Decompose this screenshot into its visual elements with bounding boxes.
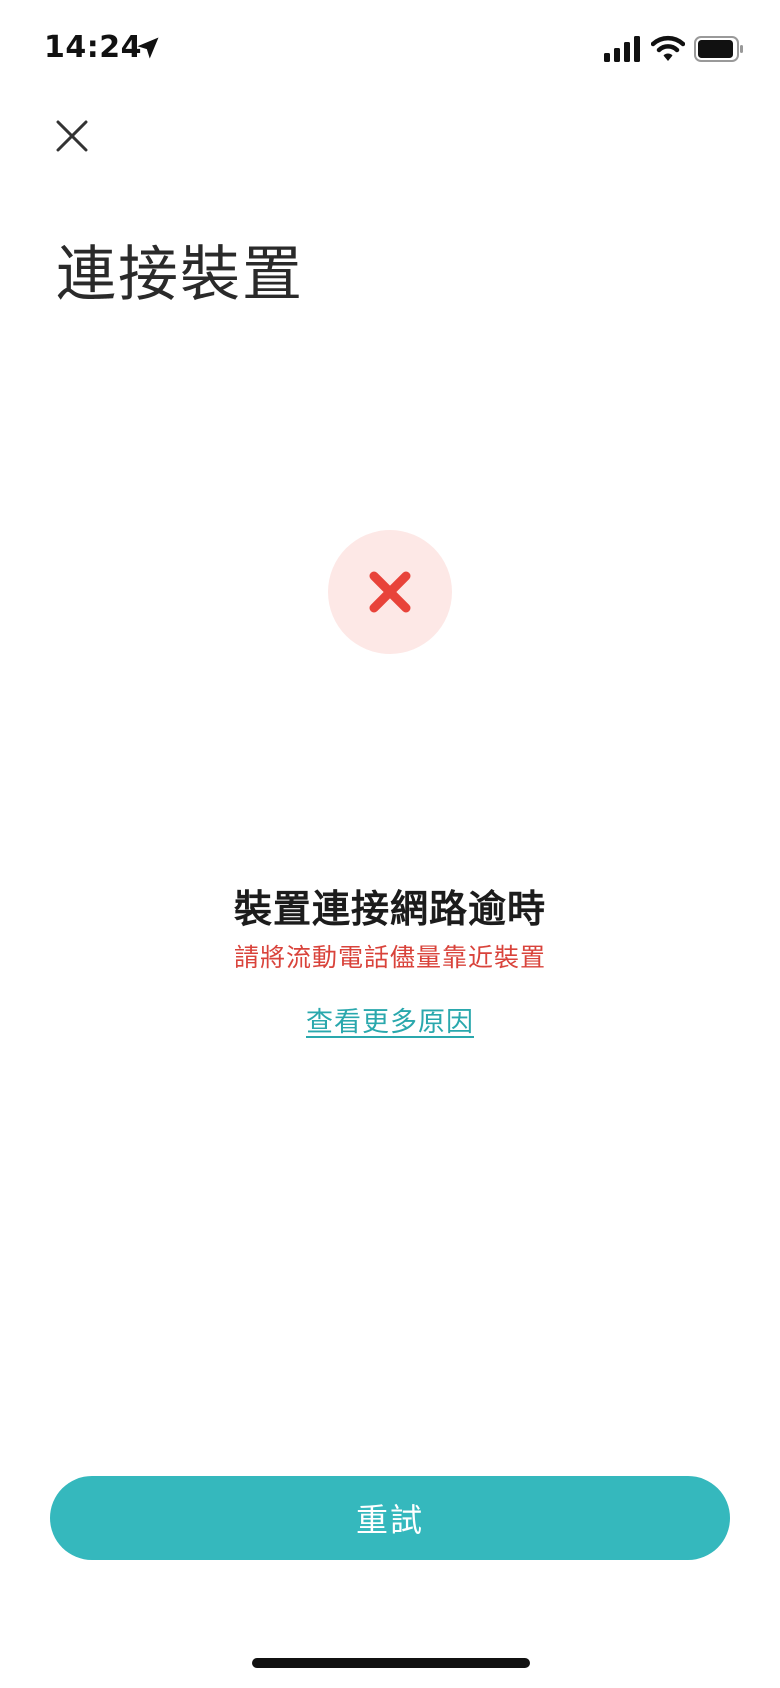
battery-icon — [694, 36, 743, 62]
connect-device-screen: 14:24 連接裝置 裝置連接網路逾時 請將流動電話儘量靠近裝置 查看更多原因 … — [0, 0, 780, 1688]
page-title: 連接裝置 — [56, 240, 304, 310]
error-x-icon — [369, 571, 411, 613]
error-status-badge — [328, 530, 452, 654]
status-time: 14:24 — [44, 30, 142, 65]
status-bar: 14:24 — [0, 0, 780, 100]
home-indicator — [252, 1658, 530, 1668]
retry-button[interactable]: 重試 — [50, 1476, 730, 1560]
more-reasons-link[interactable]: 查看更多原因 — [0, 1000, 780, 1039]
wifi-icon — [651, 35, 685, 61]
error-title: 裝置連接網路逾時 — [233, 887, 546, 931]
retry-button-label: 重試 — [355, 1501, 424, 1539]
cellular-signal-icon — [604, 36, 640, 62]
error-hint: 請將流動電話儘量靠近裝置 — [233, 943, 546, 972]
location-arrow-icon — [137, 37, 159, 59]
close-icon[interactable] — [48, 112, 96, 160]
